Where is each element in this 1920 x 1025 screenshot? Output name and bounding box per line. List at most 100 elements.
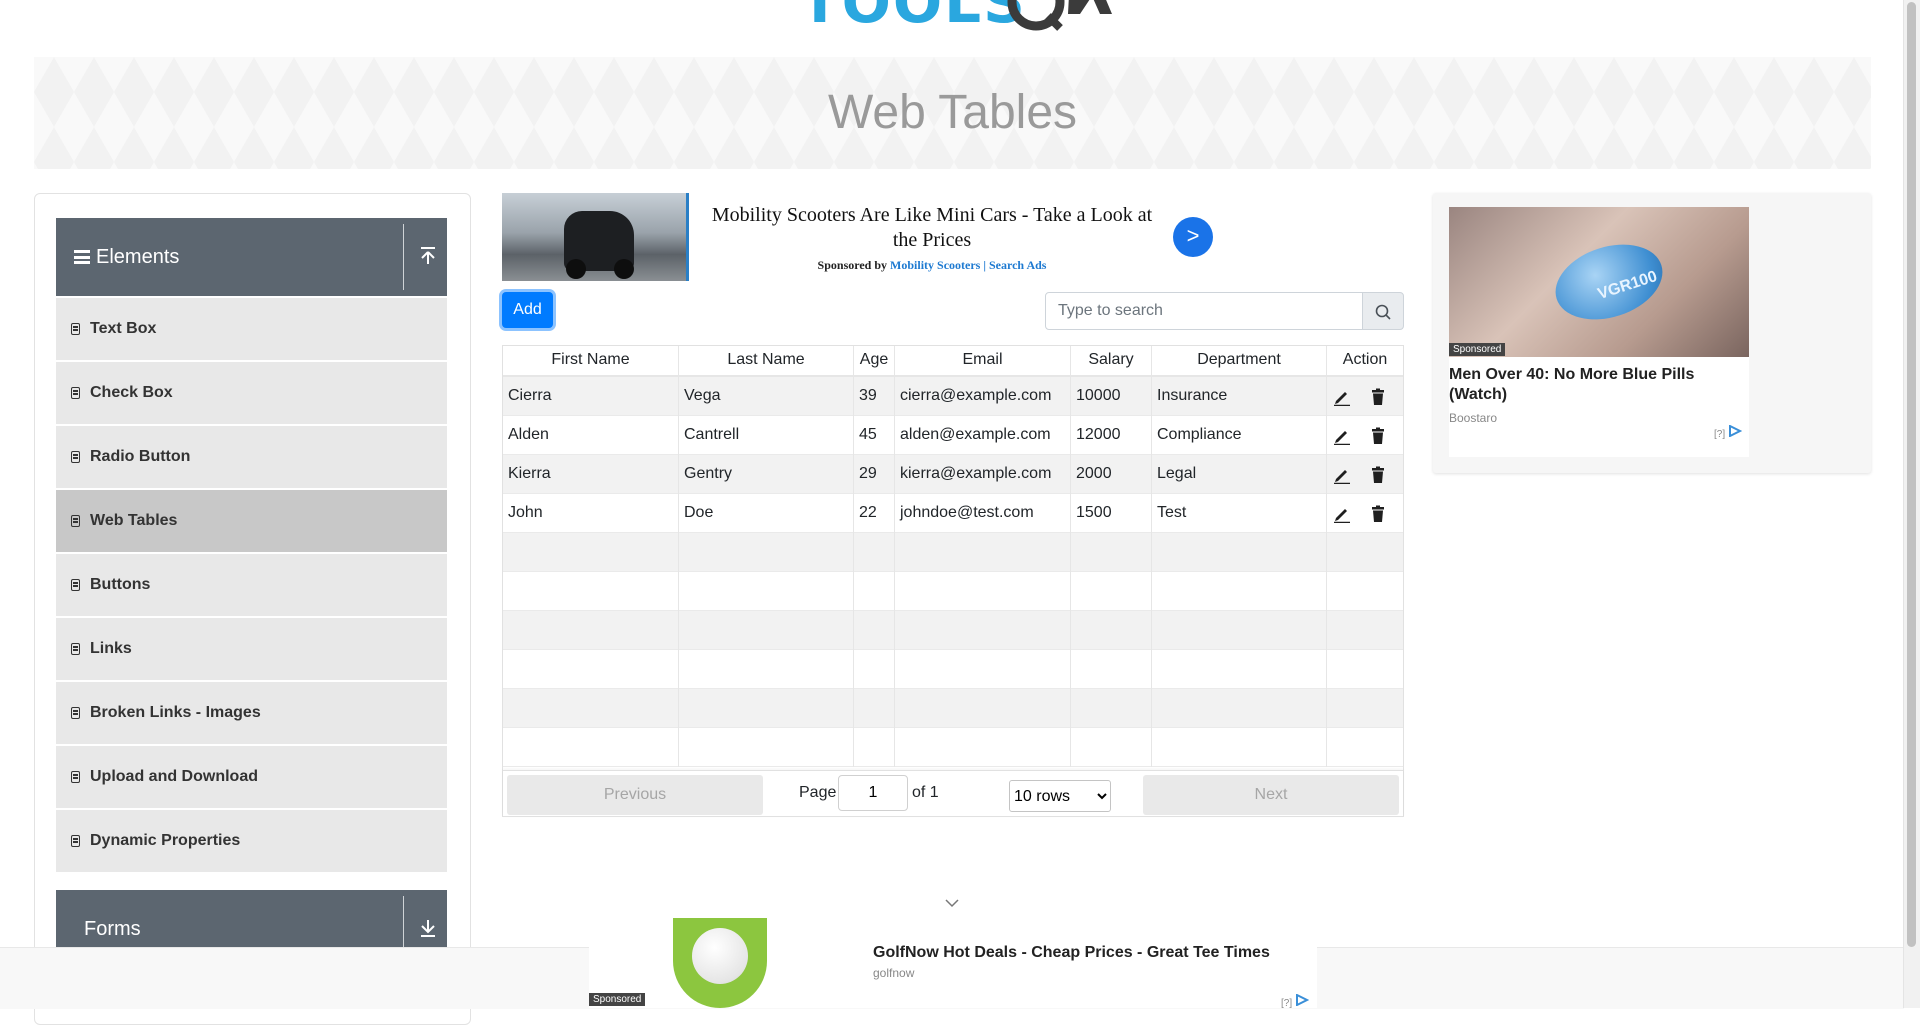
right-ad[interactable]: VGR100 Sponsored Men Over 40: No More Bl… — [1433, 193, 1871, 473]
search-button[interactable] — [1362, 292, 1404, 330]
cell-last-name: Vega — [679, 377, 854, 416]
group-label: Forms — [84, 917, 141, 940]
search-box — [1045, 292, 1404, 330]
previous-button[interactable]: Previous — [507, 775, 763, 815]
empty-table-row — [503, 611, 1403, 650]
empty-table-row — [503, 728, 1403, 767]
next-button[interactable]: Next — [1143, 775, 1399, 815]
sponsor-link[interactable]: Mobility Scooters | Search Ads — [890, 258, 1046, 272]
edit-pencil-icon[interactable] — [1333, 505, 1351, 523]
adchoices-icon[interactable]: [?] — [1281, 993, 1310, 1009]
ad-image: VGR100 — [1449, 207, 1749, 357]
trash-icon[interactable] — [1369, 427, 1387, 445]
sponsor-prefix: Sponsored by — [817, 258, 888, 272]
document-icon — [71, 387, 80, 399]
document-icon — [71, 323, 80, 335]
adchoices-triangle-icon — [1728, 424, 1743, 438]
search-input[interactable] — [1045, 292, 1363, 330]
chevron-down-icon[interactable] — [945, 898, 959, 908]
edit-pencil-icon[interactable] — [1333, 466, 1351, 484]
trash-icon[interactable] — [1369, 505, 1387, 523]
empty-cell — [503, 572, 679, 611]
sponsored-tag: Sponsored — [1449, 343, 1506, 356]
ad-headline[interactable]: Men Over 40: No More Blue Pills (Watch) — [1449, 365, 1749, 405]
empty-cell — [895, 572, 1071, 611]
page-scrollbar[interactable] — [1903, 0, 1920, 1008]
top-ad[interactable]: Mobility Scooters Are Like Mini Cars - T… — [502, 193, 1213, 281]
sidebar-item-links[interactable]: Links — [56, 618, 447, 682]
ad-headline[interactable]: GolfNow Hot Deals - Cheap Prices - Great… — [873, 944, 1270, 962]
cell-first-name: John — [503, 494, 679, 533]
sidebar-item-upload-download[interactable]: Upload and Download — [56, 746, 447, 810]
empty-table-row — [503, 650, 1403, 689]
column-header-last-name[interactable]: Last Name — [679, 346, 854, 375]
empty-cell — [1071, 533, 1152, 572]
web-table: First Name Last Name Age Email Salary De… — [502, 345, 1404, 817]
sidebar: Elements Text Box Check Box Radio Button… — [34, 193, 471, 1025]
cell-email: cierra@example.com — [895, 377, 1071, 416]
empty-cell — [1071, 572, 1152, 611]
ad-title[interactable]: Mobility Scooters Are Like Mini Cars - T… — [702, 203, 1162, 253]
empty-cell — [679, 650, 854, 689]
trash-icon[interactable] — [1369, 466, 1387, 484]
group-label: Elements — [96, 245, 180, 268]
expand-down-icon[interactable] — [419, 918, 437, 938]
sidebar-item-check-box[interactable]: Check Box — [56, 362, 447, 426]
table-row: John Doe 22 johndoe@test.com 1500 Test — [503, 494, 1403, 533]
sidebar-item-dynamic-properties[interactable]: Dynamic Properties — [56, 810, 447, 874]
document-icon — [71, 515, 80, 527]
search-icon — [1375, 304, 1391, 320]
scrollbar-thumb[interactable] — [1907, 2, 1916, 947]
sidebar-item-buttons[interactable]: Buttons — [56, 554, 447, 618]
column-header-salary[interactable]: Salary — [1071, 346, 1152, 375]
cell-salary: 10000 — [1071, 377, 1152, 416]
empty-cell — [679, 611, 854, 650]
ad-go-button[interactable]: > — [1173, 217, 1213, 257]
sidebar-item-label: Web Tables — [90, 512, 178, 529]
empty-cell — [1071, 728, 1152, 767]
cell-department: Insurance — [1152, 377, 1327, 416]
page-banner: Web Tables — [34, 57, 1871, 169]
column-header-age[interactable]: Age — [854, 346, 895, 375]
sidebar-item-web-tables[interactable]: Web Tables — [56, 490, 447, 554]
edit-pencil-icon[interactable] — [1333, 388, 1351, 406]
ad-brand: Boostaro — [1449, 411, 1498, 425]
rows-per-page-select[interactable]: 10 rows — [1009, 780, 1111, 812]
document-icon — [71, 643, 80, 655]
empty-table-row — [503, 572, 1403, 611]
trash-icon[interactable] — [1369, 388, 1387, 406]
sidebar-item-text-box[interactable]: Text Box — [56, 298, 447, 362]
empty-cell — [1152, 728, 1327, 767]
document-icon — [71, 707, 80, 719]
sidebar-group-elements[interactable]: Elements — [56, 218, 447, 296]
column-header-first-name[interactable]: First Name — [503, 346, 679, 375]
empty-cell — [895, 728, 1071, 767]
cell-first-name: Kierra — [503, 455, 679, 494]
column-header-department[interactable]: Department — [1152, 346, 1327, 375]
empty-cell — [854, 572, 895, 611]
car-wheel — [566, 259, 586, 279]
empty-cell — [679, 533, 854, 572]
empty-cell — [1152, 650, 1327, 689]
column-header-email[interactable]: Email — [895, 346, 1071, 375]
document-icon — [71, 579, 80, 591]
ad-card[interactable]: VGR100 Sponsored Men Over 40: No More Bl… — [1449, 207, 1749, 457]
ad-image — [502, 193, 689, 281]
empty-cell — [895, 689, 1071, 728]
page-total: of 1 — [912, 784, 939, 801]
document-icon — [71, 771, 80, 783]
edit-pencil-icon[interactable] — [1333, 427, 1351, 445]
empty-cell — [503, 728, 679, 767]
cell-last-name: Cantrell — [679, 416, 854, 455]
collapse-up-icon[interactable] — [419, 246, 437, 266]
sidebar-item-broken-links[interactable]: Broken Links - Images — [56, 682, 447, 746]
page-number-input[interactable] — [838, 775, 908, 811]
empty-cell — [503, 611, 679, 650]
empty-cell — [1152, 611, 1327, 650]
cell-action — [1327, 416, 1403, 455]
bottom-ad[interactable]: Sponsored GolfNow Hot Deals - Cheap Pric… — [589, 918, 1317, 1009]
sidebar-item-radio-button[interactable]: Radio Button — [56, 426, 447, 490]
adchoices-icon[interactable]: [?] — [1714, 424, 1743, 440]
add-button[interactable]: Add — [502, 292, 553, 328]
page: TOOLS Web Tables Elements Text Box Check — [0, 0, 1904, 1025]
